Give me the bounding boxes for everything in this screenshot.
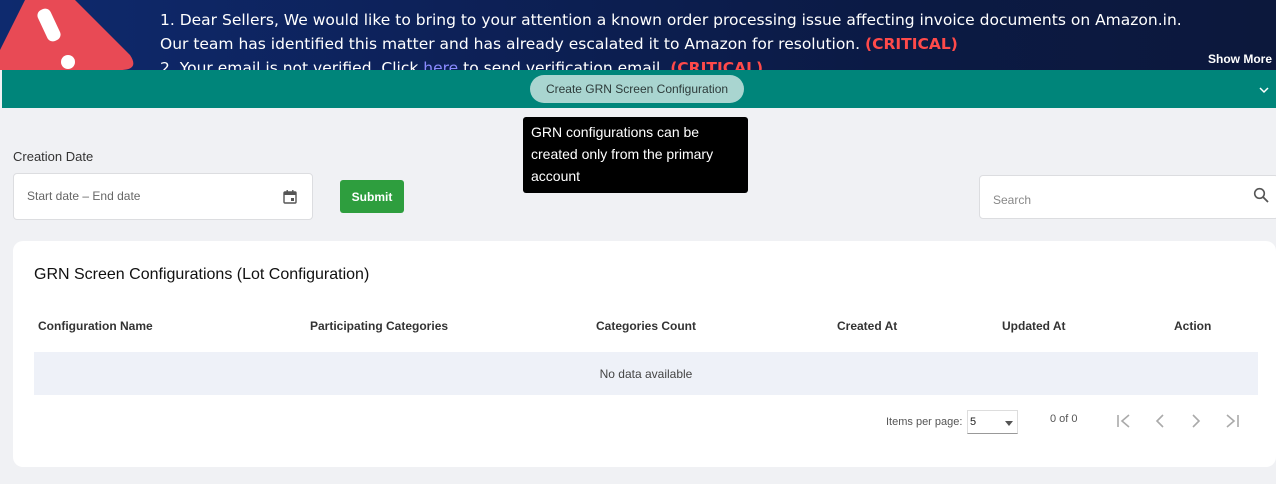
submit-button[interactable]: Submit [340, 180, 404, 213]
chevron-down-icon[interactable] [1258, 84, 1270, 96]
verify-email-link[interactable]: here [423, 59, 458, 70]
announcement-text: 1. Dear Sellers, We would like to bring … [160, 8, 1182, 70]
items-per-page-label: Items per page: [886, 416, 963, 428]
action-bar: Create GRN Screen Configuration [2, 70, 1276, 108]
items-per-page-value: 5 [970, 416, 977, 428]
column-header-updated-at[interactable]: Updated At [1002, 319, 1066, 333]
column-header-config-name[interactable]: Configuration Name [38, 319, 153, 333]
search-icon[interactable] [1253, 187, 1269, 203]
paginator: Items per page: 5 0 of 0 [13, 409, 1276, 437]
table-header: Configuration Name Participating Categor… [34, 319, 1258, 337]
next-page-icon[interactable] [1186, 411, 1206, 431]
first-page-icon[interactable] [1114, 411, 1134, 431]
card-title: GRN Screen Configurations (Lot Configura… [34, 266, 370, 283]
grn-config-card: GRN Screen Configurations (Lot Configura… [13, 241, 1276, 467]
items-per-page-select[interactable]: 5 [967, 410, 1018, 434]
search-input[interactable]: Search [979, 175, 1276, 219]
create-grn-config-button[interactable]: Create GRN Screen Configuration [530, 75, 744, 103]
announcement-banner: 1. Dear Sellers, We would like to bring … [0, 0, 1276, 70]
critical-tag: (CRITICAL) [865, 35, 958, 53]
column-header-categories-count[interactable]: Categories Count [596, 319, 696, 333]
calendar-icon[interactable] [282, 189, 298, 205]
date-range-placeholder: Start date – End date [27, 189, 141, 203]
page-range-label: 0 of 0 [1050, 413, 1078, 425]
column-header-created-at[interactable]: Created At [837, 319, 897, 333]
date-range-input[interactable]: Start date – End date [13, 173, 313, 220]
announcement-line-2: Our team has identified this matter and … [160, 35, 958, 53]
column-header-participating-categories[interactable]: Participating Categories [310, 319, 448, 333]
column-header-action: Action [1174, 319, 1212, 333]
creation-date-label: Creation Date [13, 149, 94, 164]
tooltip: GRN configurations can be created only f… [523, 117, 748, 193]
search-placeholder: Search [993, 193, 1032, 207]
last-page-icon[interactable] [1222, 411, 1242, 431]
announcement-line-3: 2. Your email is not verified. Click her… [160, 56, 1182, 70]
critical-tag: (CRITICAL) [670, 59, 764, 70]
show-more-link[interactable]: Show More [1208, 52, 1272, 66]
announcement-line-1: 1. Dear Sellers, We would like to bring … [160, 11, 1182, 29]
empty-table-row: No data available [34, 352, 1258, 395]
warning-icon [0, 0, 134, 70]
dropdown-arrow-icon [1005, 421, 1013, 426]
previous-page-icon[interactable] [1150, 411, 1170, 431]
